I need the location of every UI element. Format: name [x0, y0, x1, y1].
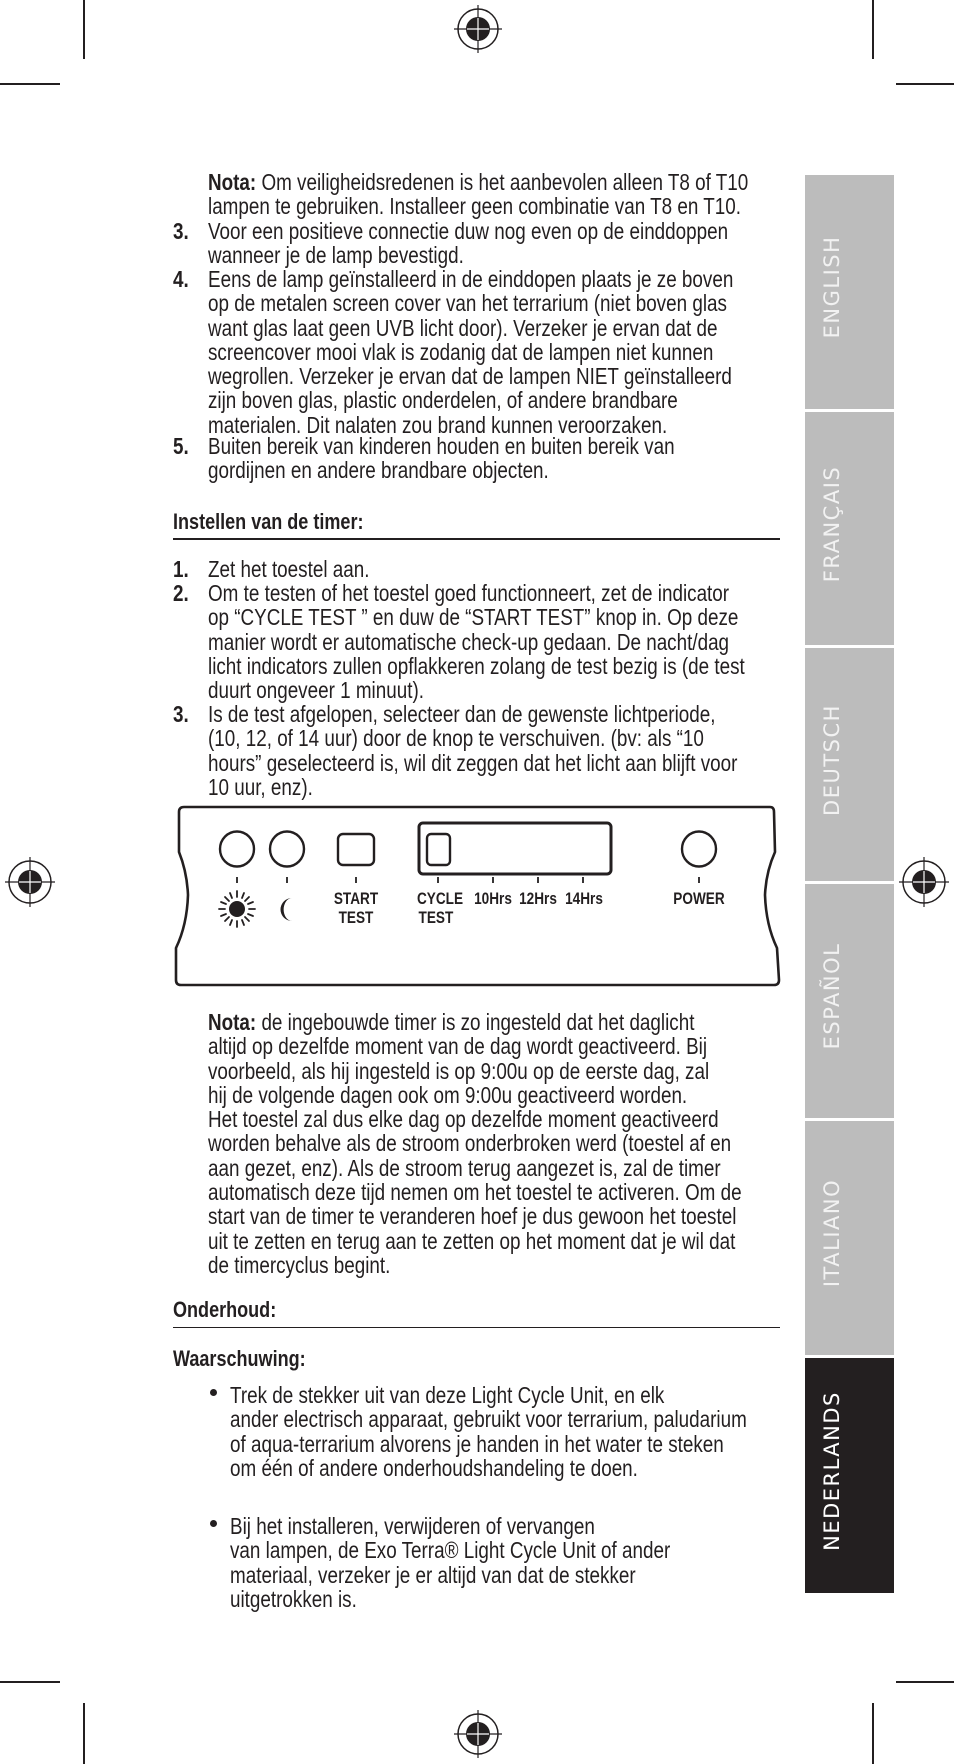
power-label: POWER [673, 889, 725, 908]
slider-track [417, 821, 613, 876]
list-number: 1. [173, 556, 189, 582]
section-heading-timer: Instellen van de timer: [173, 509, 364, 534]
timer-note: Nota: de ingebouwde timer is zo ingestel… [208, 1009, 742, 1278]
registration-target-icon [899, 857, 949, 907]
crop-mark [896, 83, 954, 85]
registration-target-icon [454, 5, 502, 53]
tab-francais[interactable]: FRANÇAIS [805, 412, 894, 645]
crop-mark [83, 0, 85, 59]
warning-bullet: Trek de stekker uit van deze Light Cycle… [230, 1382, 747, 1481]
crop-mark [0, 83, 60, 85]
list-number: 3. [173, 218, 189, 244]
sun-icon [218, 890, 256, 928]
tab-deutsch[interactable]: DEUTSCH [805, 648, 894, 881]
tab-nederlands[interactable]: NEDERLANDS [805, 1358, 894, 1593]
tab-english[interactable]: ENGLISH [805, 175, 894, 409]
panel-outline [174, 805, 781, 987]
list-item: Voor een positieve connectie duw nog eve… [208, 218, 729, 269]
bullet-icon [210, 1520, 217, 1527]
list-number: 3. [173, 701, 189, 727]
bullet-icon [210, 1389, 217, 1396]
tab-italiano[interactable]: ITALIANO [805, 1121, 894, 1355]
list-item: Is de test afgelopen, selecteer dan de g… [208, 701, 738, 800]
crop-mark [872, 0, 874, 59]
crop-mark [83, 1703, 85, 1764]
night-indicator-led [268, 830, 306, 868]
hour-option-14: 14Hrs [565, 889, 603, 908]
hour-option-10: 10Hrs [474, 889, 512, 908]
list-item: Zet het toestel aan. [208, 556, 370, 582]
warning-heading: Waarschuwing: [173, 1346, 306, 1371]
warning-bullet: Bij het installeren, verwijderen of verv… [230, 1513, 671, 1612]
power-led [680, 830, 718, 868]
section-rule [173, 538, 780, 540]
list-number: 4. [173, 266, 189, 292]
crop-mark [896, 1681, 954, 1683]
section-rule [173, 1327, 780, 1329]
intro-note: Nota: Om veiligheidsredenen is het aanbe… [208, 169, 749, 220]
crop-mark [872, 1703, 874, 1764]
list-item: Om te testen of het toestel goed functio… [208, 580, 745, 704]
hour-option-12: 12Hrs [519, 889, 557, 908]
list-item: Eens de lamp geïnstalleerd in de einddop… [208, 266, 734, 438]
start-test-label: START TEST [333, 889, 379, 927]
list-number: 2. [173, 580, 189, 606]
note-label: Nota: [208, 169, 257, 195]
crop-mark [0, 1681, 60, 1683]
registration-target-icon [5, 857, 55, 907]
registration-target-icon [454, 1710, 502, 1758]
day-indicator-led [218, 830, 256, 868]
slider-knob [425, 832, 452, 867]
list-item: Buiten bereik van kinderen houden en bui… [208, 433, 675, 484]
start-test-button-shape [336, 832, 376, 867]
section-heading-maintenance: Onderhoud: [173, 1297, 277, 1322]
note-label: Nota: [208, 1009, 257, 1035]
list-number: 5. [173, 433, 189, 459]
tab-espanol[interactable]: ESPAÑOL [805, 884, 894, 1118]
cycle-test-label: CYCLE TEST [416, 889, 464, 927]
moon-icon [280, 898, 292, 921]
